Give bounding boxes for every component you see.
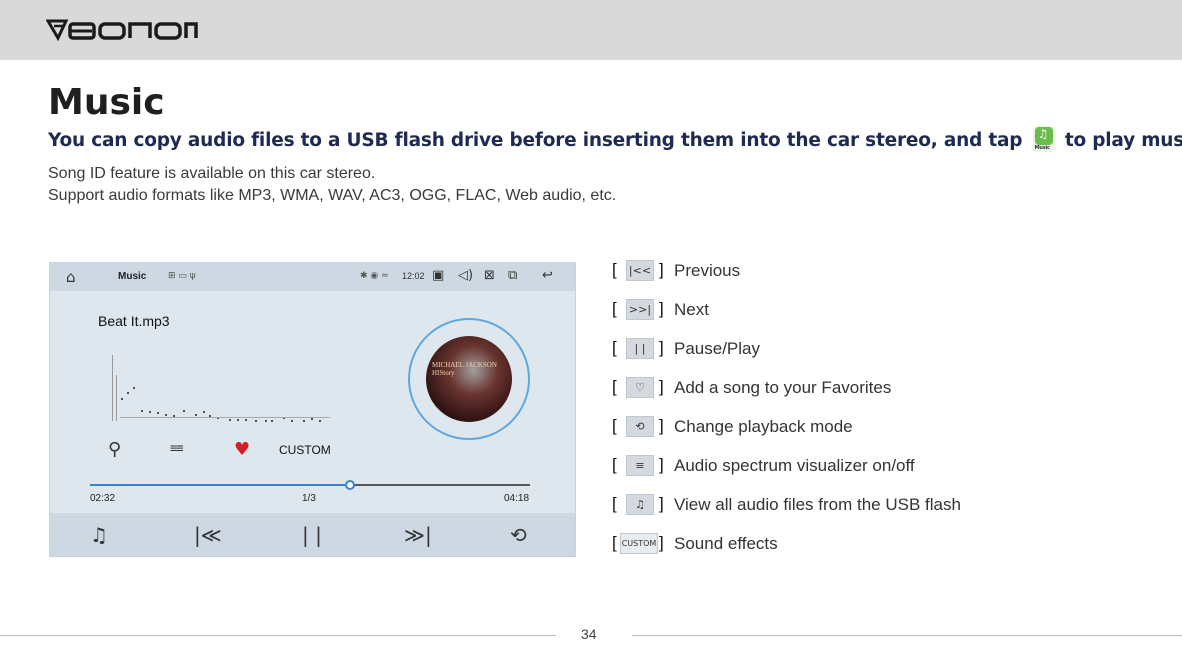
- subtitle-text-before: You can copy audio files to a USB flash …: [48, 130, 1023, 151]
- music-app-caption: Music: [1034, 145, 1050, 151]
- custom-sound-button[interactable]: CUSTOM: [279, 443, 331, 457]
- heart-outline-icon: ♡: [626, 377, 654, 398]
- legend-bracket-open: [: [612, 338, 617, 357]
- description-line-2: Support audio formats like MP3, WMA, WAV…: [48, 187, 617, 204]
- legend-label: Add a song to your Favorites: [674, 378, 892, 397]
- status-time: 12:02: [402, 271, 425, 281]
- legend-bracket-close: ]: [659, 416, 664, 435]
- page-number: 34: [581, 626, 597, 642]
- album-art-text: MICHAEL JACKSON HIStory: [432, 361, 497, 377]
- legend-bracket-close: ]: [659, 494, 664, 513]
- progress-bar[interactable]: [90, 480, 530, 490]
- custom-icon: CUSTOM: [620, 533, 658, 554]
- legend-bracket-close: ]: [659, 338, 664, 357]
- legend-label: Change playback mode: [674, 417, 853, 436]
- legend-bracket-open: [: [612, 416, 617, 435]
- favorite-heart-icon[interactable]: ♥: [234, 439, 250, 460]
- legend-bracket-close: ]: [659, 260, 664, 279]
- spectrum-icon: ≡: [626, 455, 654, 476]
- screenshot-icon[interactable]: ▣: [432, 268, 444, 283]
- spectrum-toggle-icon[interactable]: ≡≡: [170, 441, 183, 455]
- legend-bracket-close: ]: [659, 455, 664, 474]
- next-icon: >>|: [626, 299, 654, 320]
- description: Song ID feature is available on this car…: [48, 163, 616, 207]
- description-line-1: Song ID feature is available on this car…: [48, 165, 376, 182]
- repeat-icon: ⟲: [626, 416, 654, 437]
- legend-label: Audio spectrum visualizer on/off: [674, 456, 915, 475]
- legend-bracket-close: ]: [659, 377, 664, 396]
- header-bar: [0, 0, 1182, 60]
- search-icon[interactable]: ⚲: [108, 439, 121, 460]
- close-window-icon[interactable]: ⊠: [484, 268, 495, 283]
- back-icon[interactable]: ↩: [542, 268, 553, 283]
- playback-controls: ♫ |≪ | | ≫| ⟲: [50, 513, 575, 556]
- legend-bracket-open: [: [612, 455, 617, 474]
- legend-bracket-close: ]: [659, 299, 664, 318]
- legend-label: View all audio files from the USB flash: [674, 495, 961, 514]
- music-player-screenshot: ⌂ Music ⊞ ▭ ψ ✱ ◉ ≈ 12:02 ▣ ◁) ⊠ ⧉ ↩ Bea…: [49, 262, 576, 557]
- bluetooth-wifi-icons: ✱ ◉ ≈: [360, 271, 389, 281]
- track-index: 1/3: [302, 493, 316, 504]
- eonon-logo: [46, 19, 198, 42]
- page-subtitle: You can copy audio files to a USB flash …: [48, 126, 1182, 152]
- subtitle-text-after: to play music.: [1064, 130, 1182, 151]
- secondary-controls: ⚲ ≡≡ ♥ CUSTOM: [50, 439, 575, 463]
- legend-bracket-open: [: [612, 533, 617, 552]
- next-icon[interactable]: ≫|: [404, 523, 432, 547]
- legend-label: Next: [674, 300, 709, 319]
- legend-label: Sound effects: [674, 534, 778, 553]
- repeat-icon[interactable]: ⟲: [510, 523, 527, 547]
- total-time: 04:18: [504, 493, 530, 504]
- pause-play-icon: | |: [626, 338, 654, 359]
- legend-label: Previous: [674, 261, 741, 280]
- song-name: Beat It.mp3: [98, 313, 170, 329]
- file-list-icon: ♫: [626, 494, 654, 515]
- pause-play-icon[interactable]: | |: [302, 523, 322, 547]
- album-art-ring: MICHAEL JACKSON HIStory: [408, 318, 530, 440]
- volume-icon[interactable]: ◁): [458, 268, 473, 283]
- footer-divider-right: [632, 635, 1182, 636]
- windows-icon[interactable]: ⧉: [508, 268, 517, 283]
- status-bar: ⌂ Music ⊞ ▭ ψ ✱ ◉ ≈ 12:02 ▣ ◁) ⊠ ⧉ ↩: [50, 263, 575, 291]
- home-icon[interactable]: ⌂: [66, 268, 76, 286]
- status-title: Music: [118, 271, 147, 282]
- legend-bracket-open: [: [612, 299, 617, 318]
- spectrum-visualizer: [112, 355, 330, 422]
- legend-label: Pause/Play: [674, 339, 760, 358]
- footer-divider-left: [0, 635, 556, 636]
- music-app-icon: ♫ Music: [1032, 126, 1055, 152]
- file-list-icon[interactable]: ♫: [90, 523, 108, 547]
- previous-icon: |<<: [626, 260, 654, 281]
- legend-bracket-open: [: [612, 377, 617, 396]
- page-title: Music: [48, 82, 165, 123]
- album-art: MICHAEL JACKSON HIStory: [426, 336, 512, 422]
- legend-bracket-open: [: [612, 260, 617, 279]
- legend-bracket-close: ]: [659, 533, 664, 552]
- current-time: 02:32: [90, 493, 116, 504]
- status-indicator-icons: ⊞ ▭ ψ: [168, 271, 196, 281]
- progress-fill: [90, 484, 350, 486]
- previous-icon[interactable]: |≪: [194, 523, 222, 547]
- legend-bracket-open: [: [612, 494, 617, 513]
- progress-knob[interactable]: [344, 480, 355, 490]
